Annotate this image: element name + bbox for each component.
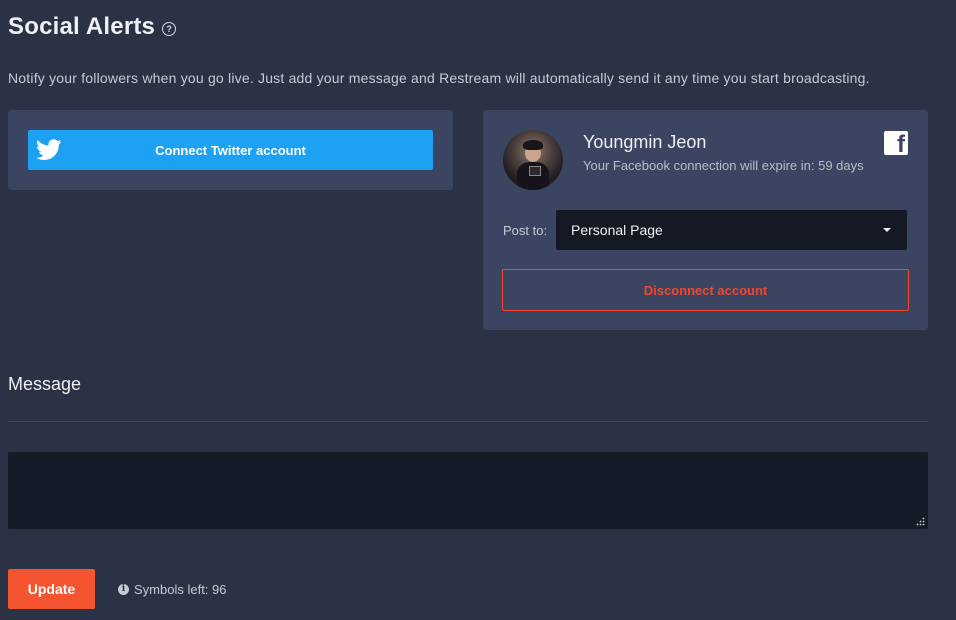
question-circle-icon[interactable]: ?: [162, 21, 177, 36]
facebook-card: Youngmin Jeon Your Facebook connection w…: [483, 110, 928, 330]
facebook-icon: f: [884, 131, 908, 155]
account-name: Youngmin Jeon: [583, 132, 707, 152]
update-button[interactable]: Update: [8, 569, 95, 609]
twitter-bird-icon: [36, 139, 62, 160]
page-description: Notify your followers when you go live. …: [8, 70, 870, 86]
post-to-select[interactable]: Personal Page: [556, 210, 907, 250]
twitter-card: Connect Twitter account: [8, 110, 453, 190]
info-circle-icon: i: [118, 584, 129, 595]
message-section-title: Message: [8, 374, 82, 394]
disconnect-account-label: Disconnect account: [643, 282, 768, 298]
connection-expire-text: Your Facebook connection will expire in:…: [583, 158, 864, 173]
symbols-left-text: Symbols left: 96: [134, 582, 227, 597]
avatar: [503, 130, 563, 190]
page-title: Social Alerts: [8, 13, 156, 40]
caret-down-icon: [883, 228, 891, 232]
resize-handle-icon[interactable]: [915, 516, 925, 526]
post-to-selected-value: Personal Page: [571, 222, 663, 238]
title-row: Social Alerts ?: [8, 13, 177, 41]
divider: [8, 421, 928, 422]
update-label: Update: [27, 581, 76, 597]
connect-twitter-label: Connect Twitter account: [155, 142, 306, 158]
post-to-label: Post to:: [503, 223, 548, 238]
disconnect-account-button[interactable]: Disconnect account: [502, 269, 909, 311]
symbols-left: i Symbols left: 96: [118, 582, 227, 597]
message-input[interactable]: [8, 452, 928, 529]
connect-twitter-button[interactable]: Connect Twitter account: [28, 130, 433, 170]
